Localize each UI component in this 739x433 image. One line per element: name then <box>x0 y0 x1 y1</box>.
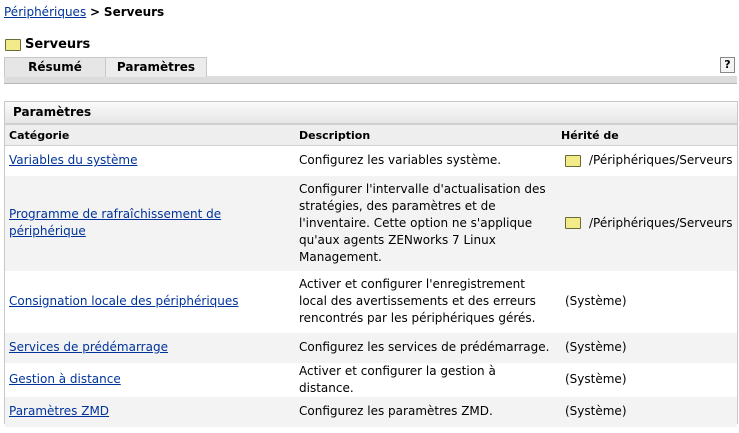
category-description: Activer et configurer la gestion à dista… <box>299 363 496 395</box>
breadcrumb: Périphériques > Serveurs <box>4 5 164 19</box>
tab-bar: Résumé Paramètres ? <box>4 57 737 84</box>
folder-icon <box>565 217 581 229</box>
column-header-inherited: Hérité de <box>557 125 737 146</box>
page-title-text: Serveurs <box>25 37 91 52</box>
inherited-from: (Système) <box>565 340 627 354</box>
category-link[interactable]: Paramètres ZMD <box>9 404 109 418</box>
folder-icon <box>5 38 21 51</box>
category-description: Activer et configurer l'enregistrement l… <box>299 277 536 325</box>
breadcrumb-current: Serveurs <box>103 5 165 19</box>
category-link[interactable]: Gestion à distance <box>9 372 121 386</box>
table-row: Variables du système Configurez les vari… <box>5 146 737 176</box>
inherited-from: /Périphériques/Serveurs <box>589 153 733 168</box>
table-row: Consignation locale des périphériques Ac… <box>5 271 737 333</box>
inherited-from: (Système) <box>565 404 627 418</box>
category-link[interactable]: Services de prédémarrage <box>9 340 168 354</box>
settings-panel: Paramètres Catégorie Description Hérité … <box>4 101 738 427</box>
category-description: Configurez les services de prédémarrage. <box>295 332 557 363</box>
category-description: Configurer l'intervalle d'actualisation … <box>295 175 557 271</box>
inherited-from: (Système) <box>565 372 627 386</box>
settings-table: Catégorie Description Hérité de Variable… <box>5 125 737 427</box>
category-link[interactable]: Variables du système <box>9 153 137 167</box>
inherited-from: (Système) <box>565 294 627 308</box>
table-row: Gestion à distance Activer et configurer… <box>5 363 737 397</box>
breadcrumb-link-peripheriques[interactable]: Périphériques <box>4 5 86 19</box>
category-link[interactable]: Programme de rafraîchissement de périphé… <box>9 207 221 238</box>
category-description: Configurez les paramètres ZMD. <box>295 396 557 427</box>
tab-resume[interactable]: Résumé <box>4 57 106 77</box>
table-row: Programme de rafraîchissement de périphé… <box>5 175 737 271</box>
column-header-description: Description <box>295 125 557 146</box>
table-row: Services de prédémarrage Configurez les … <box>5 332 737 363</box>
page-title: Serveurs <box>5 37 90 52</box>
inherited-from: /Périphériques/Serveurs <box>589 215 733 230</box>
help-button[interactable]: ? <box>720 57 735 73</box>
category-description: Configurez les variables système. <box>299 153 502 168</box>
breadcrumb-separator: > <box>90 5 101 19</box>
category-link[interactable]: Consignation locale des périphériques <box>9 294 239 308</box>
column-header-category: Catégorie <box>5 125 295 146</box>
table-row: Paramètres ZMD Configurez les paramètres… <box>5 396 737 427</box>
panel-title: Paramètres <box>5 102 737 125</box>
tab-parametres[interactable]: Paramètres <box>105 57 207 77</box>
folder-icon <box>565 154 581 167</box>
